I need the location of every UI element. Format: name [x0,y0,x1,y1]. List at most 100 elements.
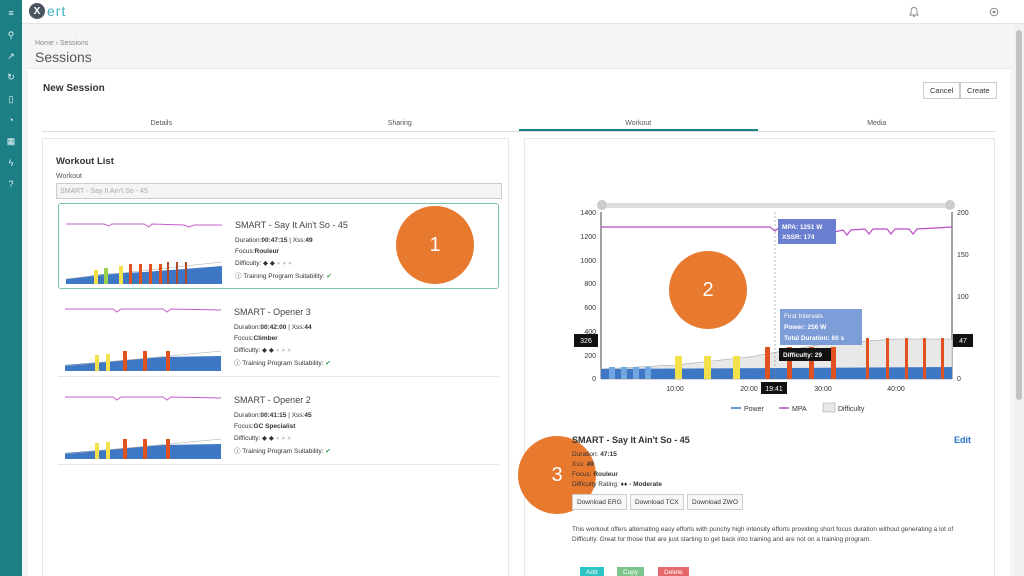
tab-sharing[interactable]: Sharing [281,117,520,131]
download-tcx-button[interactable]: Download TCX [630,494,684,510]
breadcrumb[interactable]: Home › Sessions [35,40,88,47]
legend-mpa: MPA [792,406,807,413]
cancel-button[interactable]: Cancel [923,82,961,99]
delete-button[interactable]: Delete [658,567,689,576]
settings-icon[interactable] [988,6,1000,18]
mpa-line [601,226,953,241]
page-title: Sessions [35,49,92,65]
detail-focus: Focus: Rouleur [572,471,618,478]
logo-mark: X [29,3,45,19]
left-axis-tick: 200 [584,353,596,360]
logo-text: ert [47,3,67,19]
menu-icon[interactable]: ≡ [3,5,19,21]
workout-title: SMART - Opener 2 [234,395,311,405]
x-axis-tick: 30:00 [814,386,832,393]
left-axis-tick: 800 [584,281,596,288]
detail-difficulty: Difficulty Rating: ♦♦ - Moderate [572,481,662,488]
legend-power: Power [744,406,765,413]
workout-difficulty: Difficulty: ◆ ◆ ● ● ● [234,347,292,354]
range-slider-track[interactable] [600,203,952,208]
workout-suitability: ⓘ Training Program Suitability: ✔ [234,448,331,455]
refresh-icon[interactable]: ↻ [3,69,19,85]
workout-description: This workout offers alternating easy eff… [572,526,954,543]
workout-duration: Duration:00:41:15 | Xss:45 [234,412,312,419]
check-icon: ✔ [326,273,332,280]
workout-difficulty: Difficulty: ◆ ◆ ● ● ● [234,435,292,442]
page-scrollbar[interactable] [1014,24,1024,576]
check-icon: ✔ [325,448,331,455]
workout-card-3[interactable]: SMART - Opener 2 Duration:00:41:15 | Xss… [58,379,499,465]
tooltip-xssr: XSSR: 174 [782,234,815,241]
right-axis-tick: 0 [957,376,961,383]
legend-difficulty: Difficulty [838,406,865,413]
workout-thumbnail [65,223,223,284]
create-button[interactable]: Create [960,82,997,99]
mobile-icon[interactable]: ▯ [3,91,19,107]
tab-details[interactable]: Details [42,117,281,131]
range-handle-left[interactable] [597,200,607,210]
tooltip-interval-duration: Total Duration: 60 s [784,335,845,342]
user-icon[interactable]: ⚲ [3,27,19,43]
x-axis-tick: 10:00 [666,386,684,393]
interval-bar [941,338,944,379]
add-button[interactable]: Add [580,567,604,576]
calendar-icon[interactable]: ▦ [3,133,19,149]
right-axis-tick: 200 [957,210,969,217]
workout-suitability: ⓘ Training Program Suitability: ✔ [234,360,331,367]
chart-line-icon[interactable]: ↗ [3,48,19,64]
workout-difficulty: Difficulty: ◆ ◆ ● ● ● [235,260,293,267]
download-zwo-button[interactable]: Download ZWO [687,494,743,510]
x-axis-tick: 40:00 [887,386,905,393]
sidebar: ≡ ⚲ ↗ ↻ ▯ ◔ ▦ ϟ ? [0,0,22,576]
left-axis-tick: 1400 [580,210,596,217]
app-logo[interactable]: X ert [29,3,66,19]
workout-chart-panel: 1400 1200 1000 800 600 400 200 0 200 150… [518,138,996,576]
bolt-icon[interactable]: ϟ [3,155,19,171]
left-axis-tick: 1200 [580,234,596,241]
left-axis-tick: 600 [584,305,596,312]
range-handle-right[interactable] [945,200,955,210]
tooltip-mpa: MPA: 1251 W [782,224,823,231]
cursor-time-label: 19:41 [765,386,783,393]
workout-card-2[interactable]: SMART - Opener 3 Duration:00:42:00 | Xss… [58,291,499,377]
workout-list-title: Workout List [56,156,114,167]
effort-bar [733,356,740,379]
x-axis-tick: 20:00 [740,386,758,393]
top-bar: X ert [22,0,1024,24]
interval-bar [831,347,836,379]
workout-duration: Duration:00:47:15 | Xss:49 [235,237,313,244]
left-axis-tick: 0 [592,376,596,383]
workout-field-label: Workout [56,173,82,180]
edit-link[interactable]: Edit [954,435,971,445]
interval-bar [905,338,908,379]
interval-bar [765,347,770,379]
workout-thumbnail [64,308,222,371]
workout-focus: Focus:Climber [234,335,278,342]
workout-focus: Focus:Rouleur [235,248,280,255]
workout-duration: Duration:00:42:00 | Xss:44 [234,324,312,331]
effort-bar [675,356,682,379]
workout-suitability: ⓘ Training Program Suitability: ✔ [235,273,332,280]
effort-bar [704,356,711,379]
workout-chart[interactable]: 1400 1200 1000 800 600 400 200 0 200 150… [525,139,996,429]
workout-title: SMART - Opener 3 [234,307,311,317]
scrollbar-thumb[interactable] [1016,30,1022,400]
detail-duration: Duration: 47:15 [572,451,617,458]
tooltip-interval-title: First Intervals [784,313,824,320]
right-value-marker-label: 47 [959,338,967,345]
right-axis-tick: 100 [957,294,969,301]
left-value-marker-label: 326 [580,338,592,345]
interval-bar [866,338,869,379]
left-axis-tick: 1000 [580,258,596,265]
callout-1: 1 [396,206,474,284]
bell-icon[interactable] [908,6,920,18]
help-icon[interactable]: ? [3,176,19,192]
gauge-icon[interactable]: ◔ [3,112,19,128]
workout-select[interactable] [56,183,502,199]
check-icon: ✔ [325,360,331,367]
download-erg-button[interactable]: Download ERG [572,494,627,510]
tab-media[interactable]: Media [758,117,997,131]
copy-button[interactable]: Copy [617,567,645,576]
tab-workout[interactable]: Workout [519,117,758,131]
workout-thumbnail [64,396,222,459]
